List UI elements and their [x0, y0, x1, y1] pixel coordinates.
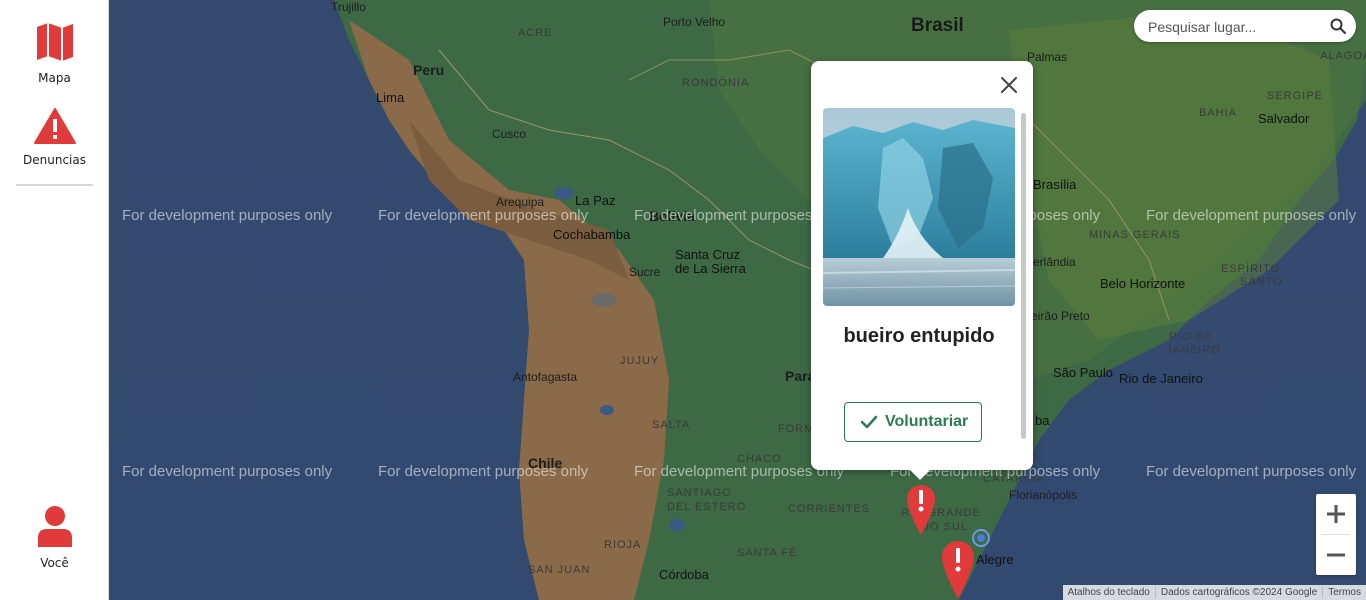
map-label-salta: SALTA	[652, 419, 691, 431]
map-label-santa-fe: SANTA FÉ	[737, 547, 798, 559]
map-label-santa-cruz: Santa Cruz	[675, 247, 741, 262]
map-label-florianopolis: Florianópolis	[1009, 488, 1078, 502]
dev-watermark: For development purposes only	[1146, 463, 1357, 480]
report-marker-icon[interactable]	[941, 540, 975, 600]
map-label-santiago: SANTIAGO	[667, 487, 732, 499]
map-label-jujuy: JUJUY	[620, 355, 660, 367]
map-label-sao-paulo: São Paulo	[1053, 365, 1113, 380]
map-label-peru: Peru	[413, 62, 445, 78]
search-input[interactable]	[1146, 10, 1328, 44]
terms-link[interactable]: Termos	[1322, 587, 1366, 598]
map-label-de-la-sierra: de La Sierra	[675, 261, 746, 276]
report-image	[823, 108, 1015, 306]
map-label-antofagasta: Antofagasta	[513, 370, 578, 384]
map-label-sucre: Sucre	[629, 265, 661, 279]
map-label-del-estero: DEL ESTERO	[667, 501, 747, 513]
sidebar-item-denuncias[interactable]: Denuncias	[0, 108, 109, 167]
map-label-formosa: FORM	[778, 423, 815, 435]
sidebar-divider	[16, 184, 93, 186]
map-label-espirito: ESPÍRITO	[1221, 263, 1281, 275]
map-label-porto-velho: Porto Velho	[663, 15, 726, 29]
minus-icon	[1327, 553, 1345, 557]
map-label-brasil: Brasil	[911, 15, 964, 36]
map-canvas[interactable]: Trujillo Porto Velho Brasil ACRE RONDÔNI…	[109, 0, 1366, 600]
map-label-preto: eirão Preto	[1031, 309, 1090, 323]
map-label-rio-de: RIO DE	[1169, 331, 1213, 343]
plus-icon	[1327, 505, 1345, 523]
report-popup: bueiro entupido Voluntariar	[811, 61, 1033, 480]
map-label-palmas: Palmas	[1027, 50, 1068, 64]
volunteer-button-label: Voluntariar	[885, 413, 969, 430]
sidebar-item-label: Mapa	[38, 71, 71, 85]
dev-watermark: For development purposes only	[122, 463, 333, 480]
map-label-lima: Lima	[376, 90, 405, 105]
dev-watermark: For development purposes only	[122, 207, 333, 224]
zoom-out-button[interactable]	[1316, 535, 1356, 575]
search-bar	[1134, 10, 1356, 44]
map-label-trujillo: Trujillo	[331, 0, 366, 14]
map-label-ba: ba	[1035, 413, 1050, 428]
map-label-cordoba: Córdoba	[659, 567, 709, 582]
map-label-rondonia: RONDÔNIA	[682, 77, 750, 89]
map-label-andia: erlândia	[1033, 255, 1076, 269]
map-label-brasilia: Brasília	[1033, 177, 1077, 192]
popup-scrollbar[interactable]	[1021, 113, 1026, 439]
map-label-santo: SANTO	[1240, 276, 1283, 288]
dev-watermark: For development purposes only	[378, 207, 589, 224]
sidebar-item-voce[interactable]: Você	[0, 505, 109, 570]
sidebar-item-mapa[interactable]: Mapa	[0, 22, 109, 85]
map-label-acre: ACRE	[518, 27, 553, 39]
dev-watermark: For development purposes only	[378, 463, 589, 480]
map-label-alegre: Alegre	[976, 552, 1014, 567]
zoom-control	[1316, 494, 1356, 575]
map-label-corrientes: CORRIENTES	[788, 503, 871, 515]
map-icon	[36, 23, 73, 61]
map-label-cusco: Cusco	[492, 127, 527, 141]
map-label-belo-horizonte: Belo Horizonte	[1100, 276, 1186, 291]
map-label-alagoas: ALAGOA	[1320, 50, 1366, 62]
map-label-cochabamba: Cochabamba	[553, 227, 631, 242]
map-label-rioja: RIOJA	[604, 539, 642, 551]
check-icon	[861, 415, 877, 429]
map-label-salvador: Salvador	[1258, 111, 1310, 126]
map-label-san-juan: SAN JUAN	[528, 564, 591, 576]
dev-watermark: For development purposes only	[1146, 207, 1357, 224]
close-icon[interactable]	[999, 75, 1019, 95]
keyboard-shortcuts-link[interactable]: Atalhos do teclado	[1063, 587, 1155, 598]
map-label-la-paz: La Paz	[575, 193, 616, 208]
report-title: bueiro entupido	[843, 325, 995, 347]
map-attribution: Atalhos do teclado Dados cartográficos ©…	[1062, 585, 1366, 600]
map-data-text: Dados cartográficos ©2024 Google	[1154, 587, 1322, 598]
sidebar-item-label: Denuncias	[23, 153, 86, 167]
alert-triangle-icon	[33, 108, 76, 144]
zoom-in-button[interactable]	[1316, 494, 1356, 534]
report-marker-icon[interactable]	[906, 484, 936, 536]
user-icon	[37, 506, 72, 547]
volunteer-button[interactable]: Voluntariar	[844, 402, 982, 442]
map-label-bahia: BAHIA	[1199, 107, 1238, 119]
search-icon[interactable]	[1330, 18, 1346, 34]
map-label-minas: MINAS GERAIS	[1089, 229, 1181, 241]
map-label-janeiro: JANEIRO	[1166, 344, 1221, 356]
sidebar-item-label: Você	[40, 556, 69, 570]
map-label-rio-de-janeiro: Rio de Janeiro	[1119, 371, 1203, 386]
sidebar: Mapa Denuncias Você	[0, 0, 109, 600]
map-label-sergipe: SERGIPE	[1267, 90, 1323, 102]
